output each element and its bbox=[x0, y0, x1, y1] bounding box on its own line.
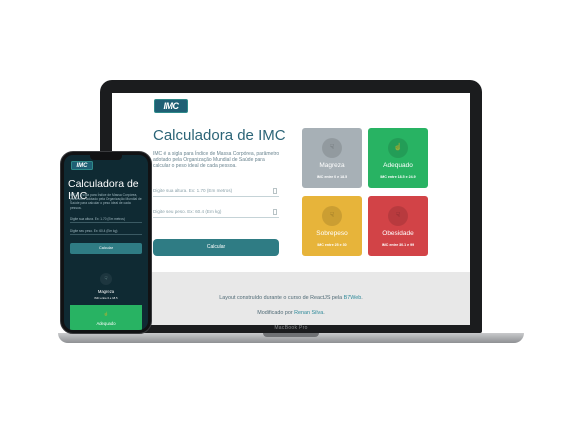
footer-modified: Modificado por Renan Silva. bbox=[257, 310, 325, 316]
page-description: IMC é a sigla para Índice de Massa Corpó… bbox=[70, 193, 142, 210]
card-obesidade: ☟ Obesidade IMC entre 30.1 e 99 bbox=[368, 196, 428, 256]
weight-input[interactable]: Digite seu peso. Ex: 60.4 (Em kg) bbox=[70, 227, 142, 235]
weight-input[interactable]: Digite seu peso. Ex: 60.4 (Em kg) bbox=[153, 206, 279, 218]
footer-credit: Layout construído durante o curso de Rea… bbox=[219, 295, 363, 301]
card-magreza: ☟ Magreza IMC entre 0 e 18.5 bbox=[70, 265, 142, 303]
thumb-down-icon: ☟ bbox=[388, 206, 408, 226]
height-stepper-icon[interactable] bbox=[273, 188, 277, 194]
weight-stepper-icon[interactable] bbox=[273, 209, 277, 215]
card-sobrepeso: ☟ Sobrepeso IMC entre 25 e 30 bbox=[302, 196, 362, 256]
thumb-down-icon: ☟ bbox=[322, 206, 342, 226]
thumb-down-icon: ☟ bbox=[322, 138, 342, 158]
mockup-stage: IMC Calculadora de IMC IMC é a sigla par… bbox=[0, 0, 577, 433]
laptop-notch bbox=[263, 333, 319, 337]
b7web-link[interactable]: B7Web bbox=[344, 295, 362, 301]
page-footer: Layout construído durante o curso de Rea… bbox=[112, 272, 470, 325]
height-input[interactable]: Digite sua altura. Ex: 1.70 (Em metros) bbox=[70, 215, 142, 223]
laptop-brand-label: MacBook Pro bbox=[274, 325, 308, 331]
page-description: IMC é a sigla para Índice de Massa Corpó… bbox=[153, 151, 280, 170]
thumb-up-icon: ☝ bbox=[103, 311, 109, 316]
laptop-screen: IMC Calculadora de IMC IMC é a sigla par… bbox=[112, 93, 470, 325]
card-magreza: ☟ Magreza IMC entre 0 e 18.5 bbox=[302, 128, 362, 188]
app-logo: IMC bbox=[71, 161, 93, 170]
phone-notch bbox=[90, 155, 122, 160]
height-input[interactable]: Digite sua altura. Ex: 1.70 (Em metros) bbox=[153, 185, 279, 197]
phone-screen: IMC Calculadora de IMC IMC é a sigla par… bbox=[64, 155, 148, 330]
calculate-button[interactable]: Calcular bbox=[153, 239, 279, 256]
app-logo: IMC bbox=[154, 99, 188, 113]
page-title: Calculadora de IMC bbox=[153, 127, 286, 144]
thumb-down-icon: ☟ bbox=[100, 273, 112, 285]
author-link[interactable]: Renan Silva bbox=[294, 310, 323, 316]
card-adequado: ☝ Adequado bbox=[70, 305, 142, 330]
calculate-button[interactable]: Calcular bbox=[70, 243, 142, 254]
thumb-up-icon: ☝ bbox=[388, 138, 408, 158]
card-adequado: ☝ Adequado IMC entre 18.5 e 24.9 bbox=[368, 128, 428, 188]
